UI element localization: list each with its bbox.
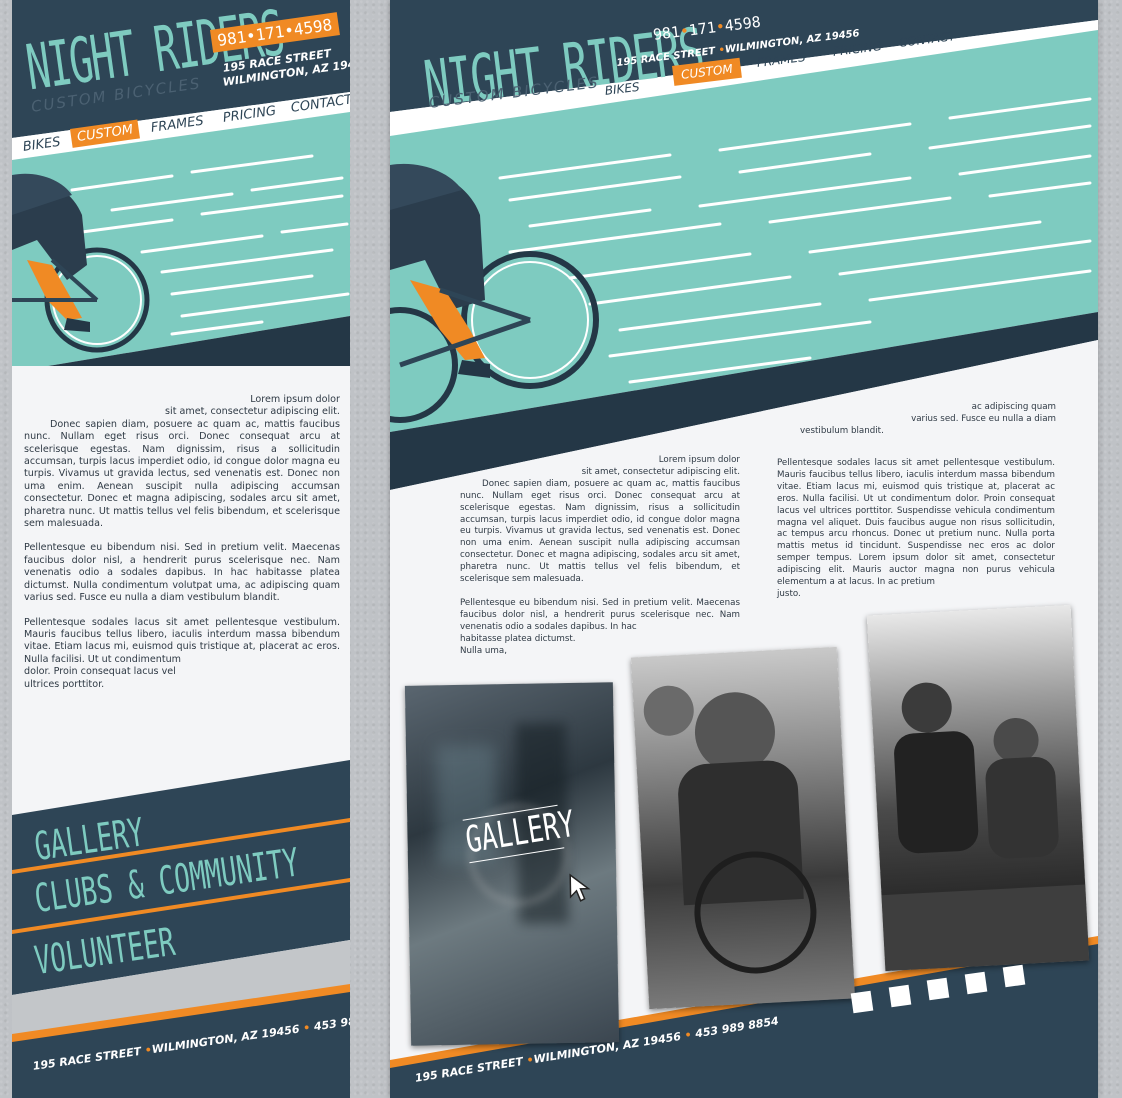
- col1-cont: sit amet, consectetur adipiscing elit.: [581, 466, 740, 477]
- desktop-layout: NIGHT RIDERS CUSTOM BICYCLES 981•171•459…: [390, 0, 1098, 1098]
- paragraph-3-end: ultrices porttitor.: [24, 678, 105, 690]
- mobile-article: Lorem ipsum dolor sit amet, consectetur …: [24, 394, 340, 691]
- col1-tail-1: habitasse platea dictumst.: [460, 633, 576, 644]
- col1-article: Lorem ipsum dolor sit amet, consectetur …: [460, 455, 740, 658]
- slider-dot[interactable]: [850, 990, 874, 1014]
- col1-paragraph-2: Pellentesque eu bibendum nisi. Sed in pr…: [460, 597, 740, 632]
- col2-tail: justo.: [777, 588, 801, 599]
- paragraph-3: Pellentesque sodales lacus sit amet pell…: [24, 616, 340, 665]
- cursor-icon: [569, 873, 591, 902]
- col2-top-line3: vestibulum blandit.: [800, 425, 884, 436]
- phone-part: 4598: [292, 15, 334, 40]
- intro-lead: Lorem ipsum dolor: [250, 394, 340, 405]
- mobile-layout: NIGHT RIDERS CUSTOM BICYCLES 981•171•459…: [12, 0, 350, 1098]
- phone-part: 171: [687, 18, 717, 40]
- slider-dot[interactable]: [888, 984, 912, 1008]
- col1-lead: Lorem ipsum dolor: [658, 455, 740, 465]
- col2-top-line1: ac adipiscing quam: [971, 402, 1056, 412]
- slider-dot[interactable]: [964, 971, 988, 995]
- col2-paragraph: Pellentesque sodales lacus sit amet pell…: [777, 458, 1055, 588]
- gallery-photo-racers[interactable]: [630, 646, 856, 1010]
- paragraph-1: Donec sapien diam, posuere ac quam ac, m…: [24, 418, 340, 530]
- slider-dot[interactable]: [926, 977, 950, 1001]
- phone-part: 981: [652, 22, 682, 44]
- paragraph-3-tail: dolor. Proin consequat lacus vel: [24, 666, 176, 678]
- paragraph-2: Pellentesque eu bibendum nisi. Sed in pr…: [24, 542, 340, 604]
- intro-cont: sit amet, consectetur adipiscing elit.: [165, 406, 340, 418]
- gallery-photo-blurred[interactable]: GALLERY: [404, 682, 620, 1046]
- col1-tail-2: Nulla uma,: [460, 645, 507, 656]
- phone-part: 981: [216, 27, 248, 50]
- col2-top-line2: varius sed. Fusce eu nulla a diam: [911, 413, 1056, 424]
- col2-top: ac adipiscing quam varius sed. Fusce eu …: [790, 402, 1056, 438]
- col2-article: Pellentesque sodales lacus sit amet pell…: [777, 458, 1055, 601]
- gallery-photo-cyclocross[interactable]: [866, 604, 1090, 972]
- slider-dot[interactable]: [1002, 964, 1026, 988]
- phone-part: 171: [254, 21, 286, 45]
- col1-paragraph-1: Donec sapien diam, posuere ac quam ac, m…: [460, 478, 740, 585]
